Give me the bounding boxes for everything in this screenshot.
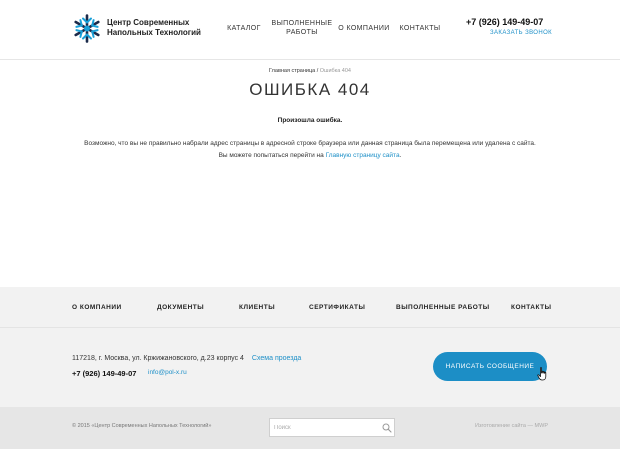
nav-item-contacts[interactable]: КОНТАКТЫ [399, 24, 441, 33]
error-subtitle: Произошла ошибка. [277, 117, 343, 124]
error-description: Возможно, что вы не правильно набрали ад… [84, 140, 536, 147]
nav-item-completed-works[interactable]: ВЫПОЛНЕННЫЕ РАБОТЫ [270, 19, 334, 37]
callback-link[interactable]: ЗАКАЗАТЬ ЗВОНОК [490, 30, 552, 36]
footer-nav-clients[interactable]: КЛИЕНТЫ [239, 304, 275, 311]
map-link[interactable]: Схема проезда [252, 355, 301, 362]
search-input[interactable] [274, 422, 374, 434]
footer-nav-completed-works[interactable]: ВЫПОЛНЕННЫЕ РАБОТЫ [396, 304, 490, 311]
hint-suffix: . [399, 152, 402, 159]
home-page-link[interactable]: Главную страницу сайта [326, 152, 400, 159]
nav-item-label: РАБОТЫ [286, 29, 318, 36]
page-title: ОШИБКА 404 [249, 80, 371, 99]
nav-item-about[interactable]: О КОМПАНИИ [338, 24, 390, 33]
search-box [269, 418, 395, 437]
footer-nav-contacts[interactable]: КОНТАКТЫ [511, 304, 551, 311]
nav-item-catalog[interactable]: КАТАЛОГ [224, 24, 264, 33]
copyright: © 2015 «Центр Современных Напольных Техн… [72, 423, 212, 429]
hint-prefix: Вы можете попытаться перейти на [218, 152, 326, 159]
header-phone[interactable]: +7 (926) 149-49-07 [466, 17, 548, 27]
snowflake-logo-icon[interactable] [72, 12, 102, 45]
write-message-button[interactable]: НАПИСАТЬ СООБЩЕНИЕ [433, 352, 547, 381]
hand-pointer-icon [537, 367, 547, 381]
search-icon[interactable] [382, 423, 392, 433]
breadcrumb-current: Ошибка 404 [319, 68, 351, 74]
footer-nav-about[interactable]: О КОМПАНИИ [72, 304, 122, 311]
error-hint: Вы можете попытаться перейти на Главную … [0, 152, 620, 159]
breadcrumb: Главная страница / Ошибка 404 [0, 68, 620, 74]
footer-nav-documents[interactable]: ДОКУМЕНТЫ [157, 304, 204, 311]
logo-line-1: Центр Современных [107, 18, 190, 27]
nav-item-label: ВЫПОЛНЕННЫЕ [271, 20, 333, 27]
logo-text[interactable]: Центр Современных Напольных Технологий [107, 18, 201, 38]
footer-nav-certificates[interactable]: СЕРТИФИКАТЫ [309, 304, 365, 311]
logo-line-2: Напольных Технологий [107, 28, 201, 37]
site-header: Центр Современных Напольных Технологий К… [0, 0, 620, 60]
footer-phone[interactable]: +7 (926) 149-49-07 [72, 369, 136, 378]
footer-address: 117218, г. Москва, ул. Кржижановского, д… [72, 355, 301, 362]
nav-item-label: КАТАЛОГ [227, 25, 261, 32]
nav-item-label: О КОМПАНИИ [338, 25, 390, 32]
breadcrumb-home[interactable]: Главная страница [269, 68, 315, 74]
footer-email[interactable]: info@pol-x.ru [148, 369, 187, 376]
developer-credit[interactable]: Изготовление сайта — MWP [470, 423, 548, 429]
nav-item-label: КОНТАКТЫ [399, 25, 441, 32]
address-text: 117218, г. Москва, ул. Кржижановского, д… [72, 355, 244, 362]
footer-nav: О КОМПАНИИ ДОКУМЕНТЫ КЛИЕНТЫ СЕРТИФИКАТЫ… [0, 287, 620, 328]
